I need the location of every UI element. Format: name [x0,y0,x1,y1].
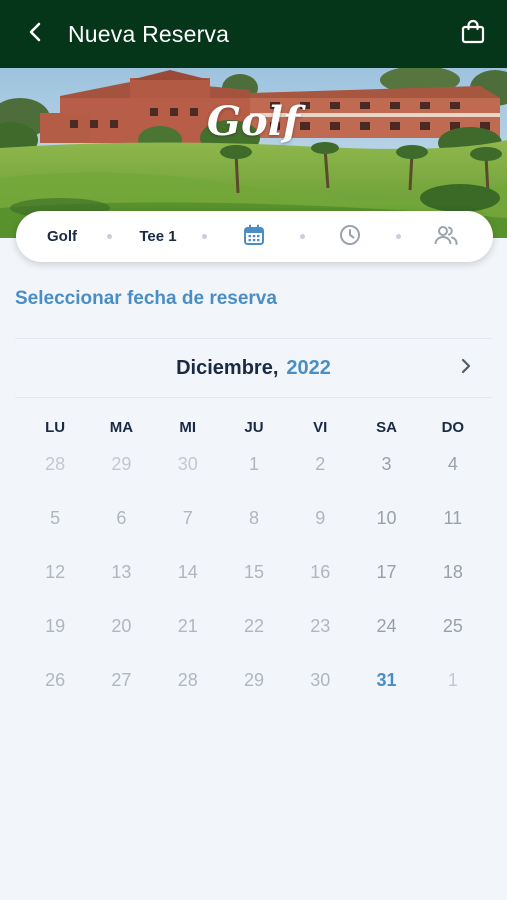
app-header: Nueva Reserva [0,0,507,68]
step-separator [202,234,207,239]
select-date-heading: Seleccionar fecha de reserva [15,288,277,309]
step-players[interactable] [428,211,464,262]
calendar-day[interactable]: 10 [353,500,419,554]
back-button[interactable] [16,14,56,54]
calendar-day[interactable]: 22 [221,608,287,662]
booking-steps-bar: Golf Tee 1 [16,211,493,262]
calendar-icon [243,224,265,250]
cart-button[interactable] [453,14,493,54]
calendar-day[interactable]: 20 [88,608,154,662]
step-date[interactable] [236,211,272,262]
weekday-label: MI [179,419,197,436]
year-label[interactable]: 2022 [286,357,331,380]
calendar-day[interactable]: 16 [287,554,353,608]
weekday-label: DO [441,419,465,436]
calendar-day[interactable]: 19 [22,608,88,662]
step-sport[interactable]: Golf [28,211,96,262]
calendar-day[interactable]: 9 [287,500,353,554]
calendar-day[interactable]: 14 [155,554,221,608]
shopping-bag-icon [460,19,486,50]
calendar-day[interactable]: 5 [22,500,88,554]
brand-logo: Golf [206,98,301,145]
calendar-day[interactable]: 11 [420,500,486,554]
calendar-day[interactable]: 30 [287,662,353,716]
calendar-day[interactable]: 18 [420,554,486,608]
weekday-label: MA [109,419,134,436]
month-selector: Diciembre, 2022 [15,340,492,396]
calendar-week-row: 28 29 30 1 2 3 4 [22,446,486,500]
step-separator [396,234,401,239]
calendar-weeks: 28 29 30 1 2 3 4 5 6 7 8 9 10 11 12 13 14 15 16 17 18 19 20 21 2… [22,446,486,716]
calendar-day[interactable]: 15 [221,554,287,608]
calendar-day[interactable]: 17 [353,554,419,608]
calendar-day[interactable]: 29 [221,662,287,716]
calendar-week-row: 5 6 7 8 9 10 11 [22,500,486,554]
calendar-day[interactable]: 26 [22,662,88,716]
step-tee-label: Tee 1 [139,228,177,245]
weekday-label: LU [45,419,66,436]
calendar-day-outside-month[interactable]: 28 [22,446,88,500]
calendar-day[interactable]: 27 [88,662,154,716]
calendar-grid: LU MA MI JU VI SA DO 28 29 30 1 2 3 4 5 6 7 8 9 10 11… [22,410,486,716]
next-month-button[interactable] [454,356,478,380]
chevron-right-icon [459,358,473,379]
calendar-week-row: 19 20 21 22 23 24 25 [22,608,486,662]
calendar-day[interactable]: 8 [221,500,287,554]
divider [15,338,492,339]
divider [15,397,492,398]
calendar-day-outside-month[interactable]: 30 [155,446,221,500]
calendar-week-row: 12 13 14 15 16 17 18 [22,554,486,608]
page-title: Nueva Reserva [68,20,230,47]
calendar-day[interactable]: 21 [155,608,221,662]
calendar-day-outside-month[interactable]: 1 [420,662,486,716]
step-tee[interactable]: Tee 1 [124,211,192,262]
calendar-day[interactable]: 25 [420,608,486,662]
calendar-day[interactable]: 6 [88,500,154,554]
chevron-left-icon [25,21,47,48]
weekday-label: JU [244,419,264,436]
calendar-week-row: 26 27 28 29 30 31 1 [22,662,486,716]
calendar-day[interactable]: 23 [287,608,353,662]
weekday-label: SA [376,419,397,436]
users-icon [433,224,459,250]
calendar-day[interactable]: 24 [353,608,419,662]
step-time[interactable] [332,211,368,262]
step-separator [300,234,305,239]
calendar-day[interactable]: 1 [221,446,287,500]
clock-icon [339,224,361,250]
step-sport-label: Golf [47,228,77,245]
weekday-label: VI [313,419,328,436]
calendar-day[interactable]: 4 [420,446,486,500]
step-separator [107,234,112,239]
calendar-day[interactable]: 13 [88,554,154,608]
calendar-day[interactable]: 7 [155,500,221,554]
month-label: Diciembre, [176,356,279,379]
calendar-day[interactable]: 3 [353,446,419,500]
calendar-day-selected[interactable]: 31 [353,662,419,716]
weekday-header: LU MA MI JU VI SA DO [22,410,486,446]
calendar-day[interactable]: 12 [22,554,88,608]
calendar-day[interactable]: 28 [155,662,221,716]
calendar-day[interactable]: 2 [287,446,353,500]
calendar-day-outside-month[interactable]: 29 [88,446,154,500]
